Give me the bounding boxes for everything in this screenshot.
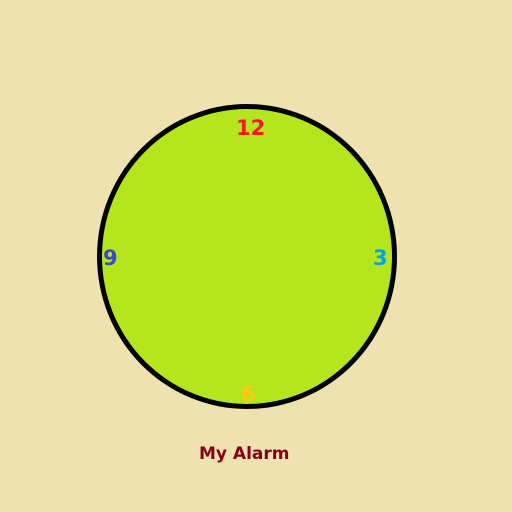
clock-face[interactable] <box>97 104 397 409</box>
hour-label-12: 12 <box>236 116 266 140</box>
alarm-screen: 12 3 9 6 My Alarm <box>0 0 512 512</box>
app-title: My Alarm <box>199 444 290 464</box>
hour-label-3: 3 <box>373 246 388 270</box>
hour-label-9: 9 <box>103 246 118 270</box>
hour-label-6: 6 <box>241 382 256 406</box>
